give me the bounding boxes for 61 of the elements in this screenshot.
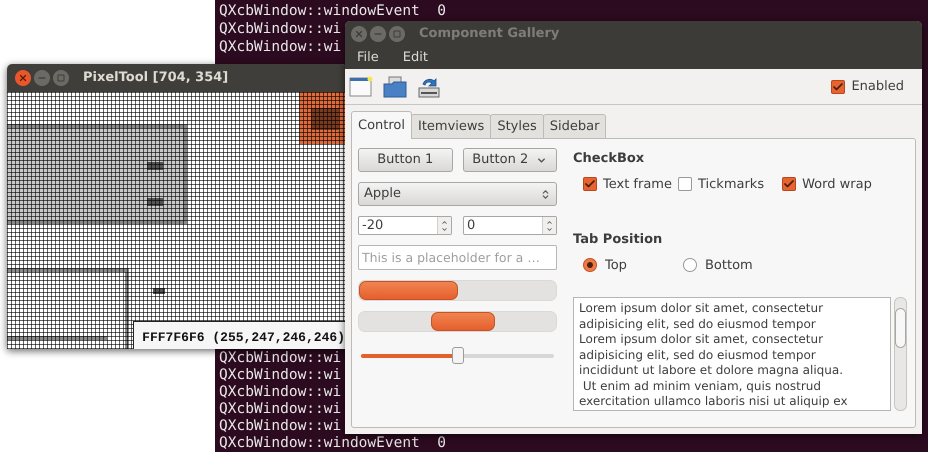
radio-label: Top: [605, 256, 627, 274]
text-input[interactable]: This is a placeholder for a …: [358, 245, 557, 270]
terminal-line: QXcbWindow::wi: [219, 418, 342, 435]
checkbox-label: Tickmarks: [698, 176, 764, 194]
spin-arrows-icon[interactable]: [542, 217, 556, 234]
text-line: Ut enim ad minim veniam, quis nostrud: [582, 378, 821, 394]
group-title: Tab Position: [573, 231, 664, 249]
checkbox[interactable]: [583, 177, 597, 192]
scrollbar[interactable]: [894, 297, 907, 411]
checkbox[interactable]: [678, 177, 692, 192]
terminal-line: QXcbWindow::wi: [219, 401, 342, 418]
push-button[interactable]: Button 2: [462, 148, 557, 172]
window-title: PixelTool [704, 354]: [83, 69, 228, 88]
maximize-icon[interactable]: [53, 70, 69, 86]
radio-button[interactable]: [683, 258, 697, 272]
tab[interactable]: Sidebar: [542, 114, 606, 139]
radio-button[interactable]: [583, 258, 597, 272]
text-line: Lorem ipsum dolor sit amet, consectetur: [579, 332, 824, 348]
text-line: exercitation ullamco laboris nisi ut aliquip ex: [579, 394, 848, 410]
terminal-line: QXcbWindow::windowEvent 0: [219, 435, 446, 452]
close-icon[interactable]: [15, 70, 31, 86]
checkbox-label: Enabled: [851, 78, 904, 96]
text-line: incididunt ut labore et dolore magna aliqua.: [579, 363, 844, 378]
text-area[interactable]: [573, 297, 891, 411]
minimize-icon[interactable]: [370, 26, 386, 42]
up-down-icon: [540, 188, 551, 200]
new-document-icon[interactable]: [349, 76, 373, 98]
checkbox-label: Text frame: [603, 176, 672, 194]
window-title: Component Gallery: [419, 24, 560, 43]
checkbox[interactable]: [782, 177, 796, 192]
menu-item[interactable]: Edit: [402, 48, 428, 68]
menu-item[interactable]: File: [357, 48, 379, 68]
color-readout: FFF7F6F6 (255,247,246,246): [133, 320, 347, 349]
spin-box[interactable]: 0: [463, 216, 557, 235]
terminal-line: QXcbWindow::wi: [219, 350, 342, 367]
radio-label: Bottom: [705, 256, 753, 274]
terminal-line: QXcbWindow::wi: [219, 20, 342, 38]
terminal-line: QXcbWindow::wi: [219, 384, 342, 401]
minimize-icon[interactable]: [34, 70, 50, 86]
spin-box[interactable]: -20: [358, 216, 452, 235]
folder-icon[interactable]: [383, 76, 407, 98]
spin-arrows-icon[interactable]: [437, 217, 451, 234]
terminal-line: QXcbWindow::wi: [219, 38, 342, 56]
group-title: CheckBox: [573, 150, 646, 168]
slider[interactable]: [361, 346, 554, 366]
maximize-icon[interactable]: [389, 26, 405, 42]
close-icon[interactable]: [351, 26, 367, 42]
text-line: adipisicing elit, sed do eiusmod tempor: [579, 348, 816, 363]
combo-box[interactable]: Apple: [358, 182, 557, 206]
tab[interactable]: Itemviews: [411, 114, 492, 139]
tab[interactable]: Control: [351, 111, 412, 139]
slider-handle[interactable]: [452, 347, 464, 364]
terminal-line: QXcbWindow::wi: [219, 367, 342, 384]
save-tray-icon[interactable]: [417, 76, 441, 98]
text-line: Lorem ipsum dolor sit amet, consectetur: [579, 301, 824, 316]
terminal-line: QXcbWindow::windowEvent 0: [219, 2, 446, 20]
tab[interactable]: Styles: [490, 114, 544, 139]
push-button[interactable]: Button 1: [358, 148, 452, 172]
checkbox[interactable]: [831, 80, 846, 94]
text-line: adipisicing elit, sed do eiusmod tempor: [579, 316, 816, 332]
checkbox-label: Word wrap: [802, 176, 872, 194]
